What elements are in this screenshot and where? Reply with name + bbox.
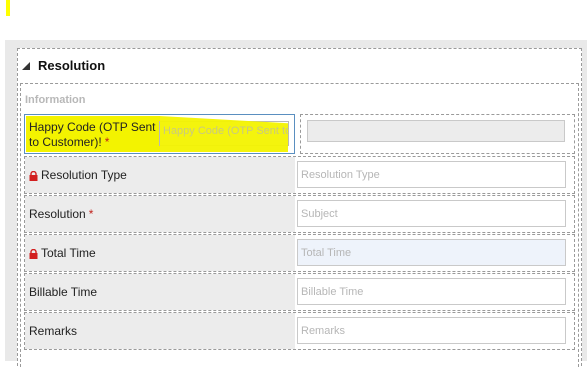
field-label-cell: Resolution Type (25, 157, 295, 193)
form-container: Resolution Information Happy Code (OTP S… (5, 40, 587, 367)
lock-icon (29, 248, 38, 259)
field-label: Resolution Type (41, 167, 127, 182)
happy-code-field: Happy Code (OTP Sent to Customer)! * Happ… (24, 114, 295, 154)
section-header[interactable]: Resolution (18, 55, 105, 75)
highlight-mark (6, 0, 10, 16)
empty-field-input[interactable] (307, 120, 565, 142)
field-row-billable-time: Billable Time (24, 273, 575, 311)
field-row-resolution: Resolution * (24, 195, 575, 233)
collapse-triangle-icon[interactable] (22, 60, 32, 70)
required-marker: * (88, 207, 94, 221)
field-row-total-time: Total Time (24, 234, 575, 272)
happy-code-input[interactable] (159, 121, 289, 146)
total-time-input[interactable] (297, 239, 566, 266)
happy-code-label: Happy Code (OTP Sent to Customer)! * (29, 120, 159, 150)
field-label: Total Time (41, 245, 96, 260)
required-marker: * (104, 135, 110, 149)
resolution-type-input[interactable] (297, 161, 566, 188)
happy-code-label-text: Happy Code (OTP Sent to Customer)! (29, 120, 156, 149)
section-title: Resolution (38, 57, 106, 73)
field-label-cell: Total Time (25, 235, 295, 271)
happy-code-row: Happy Code (OTP Sent to Customer)! * Happ… (24, 114, 575, 154)
information-subsection: Information Happy Code (OTP Sent to Cust… (20, 83, 579, 367)
resolution-section: Resolution Information Happy Code (OTP S… (17, 48, 582, 367)
empty-field-cell (300, 114, 575, 154)
field-label-cell: Billable Time (25, 274, 295, 310)
field-row-remarks: Remarks (24, 312, 575, 350)
field-label: Remarks (29, 323, 78, 338)
remarks-input[interactable] (297, 317, 566, 344)
field-label-cell: Remarks (25, 313, 295, 349)
subsection-title: Information (25, 94, 86, 106)
field-label: Billable Time (29, 284, 98, 299)
field-label: Resolution (29, 206, 86, 221)
field-row-resolution-type: Resolution Type (24, 156, 575, 194)
lock-icon (29, 170, 38, 181)
billable-time-input[interactable] (297, 278, 566, 305)
field-label-cell: Resolution * (25, 196, 295, 232)
resolution-input[interactable] (297, 200, 566, 227)
